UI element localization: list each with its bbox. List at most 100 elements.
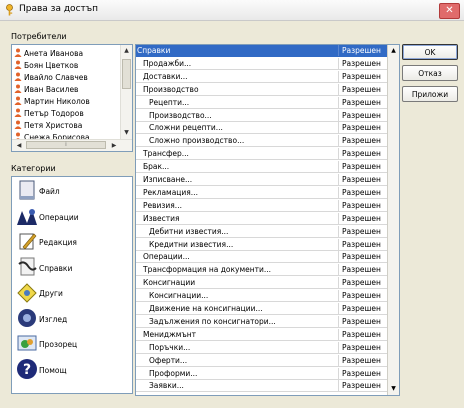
right-name: Дебитни известия...: [136, 225, 339, 237]
view-icon: [18, 308, 36, 327]
user-name: Иван Василев: [24, 85, 79, 94]
user-item[interactable]: Боян Цветков: [14, 60, 118, 72]
user-item[interactable]: Иван Василев: [14, 84, 118, 96]
table-row[interactable]: Консигнации Разрешен: [136, 277, 388, 290]
right-name: Рецепти...: [136, 96, 339, 108]
right-value[interactable]: Разрешен: [340, 148, 388, 159]
table-row[interactable]: Изписване... Разрешен: [136, 174, 388, 186]
category-label: Други: [39, 289, 63, 298]
category-item[interactable]: Други: [12, 280, 132, 306]
table-row[interactable]: Справки Разрешен: [136, 45, 388, 57]
category-item[interactable]: Прозорец: [12, 331, 132, 357]
table-row[interactable]: Кредитни известия... Разрешен: [136, 238, 388, 251]
right-name: Изписване...: [136, 174, 339, 185]
right-value[interactable]: Разрешен: [340, 161, 388, 172]
right-name: Консигнации...: [136, 290, 339, 302]
scroll-down-arrow-icon[interactable]: ▼: [122, 128, 131, 138]
right-value[interactable]: Разрешен: [340, 239, 388, 250]
table-row[interactable]: Трансформация на документи... Разрешен: [136, 264, 388, 277]
users-horizontal-scrollbar[interactable]: ◀ ⁞ ▶: [12, 139, 132, 151]
table-row[interactable]: Сложно производство... Разрешен: [136, 135, 388, 148]
table-row[interactable]: Задължения по консигнатори... Разрешен: [136, 315, 388, 328]
right-value[interactable]: Разрешен: [340, 380, 388, 391]
category-item[interactable]: Справки: [12, 255, 132, 281]
right-name: Сложни рецепти...: [136, 122, 339, 134]
table-row[interactable]: Оферти... Разрешен: [136, 354, 388, 367]
user-item[interactable]: Мартин Николов: [14, 96, 118, 108]
right-value[interactable]: Разрешен: [340, 110, 388, 121]
category-item[interactable]: Изглед: [12, 306, 132, 332]
table-row[interactable]: Доставки... Разрешен: [136, 70, 388, 83]
table-row[interactable]: Производство Разрешен: [136, 83, 388, 96]
right-value[interactable]: Разрешен: [340, 174, 388, 185]
right-value[interactable]: Разрешен: [340, 264, 388, 275]
right-value[interactable]: Разрешен: [340, 122, 388, 133]
right-value[interactable]: Разрешен: [340, 290, 388, 301]
category-item[interactable]: Файл: [12, 178, 132, 204]
right-value[interactable]: Разрешен: [340, 342, 388, 353]
users-vertical-scrollbar[interactable]: ▲ ▼: [120, 45, 132, 139]
table-row[interactable]: Трансфер... Разрешен: [136, 148, 388, 161]
user-item[interactable]: Петя Христова: [14, 120, 118, 132]
table-row[interactable]: Ревизия... Разрешен: [136, 199, 388, 212]
right-value[interactable]: Разрешен: [340, 316, 388, 327]
right-value[interactable]: Разрешен: [340, 45, 388, 56]
scroll-up-arrow-icon[interactable]: ▲: [122, 46, 131, 56]
right-value[interactable]: Разрешен: [340, 226, 388, 237]
right-value[interactable]: Разрешен: [340, 355, 388, 366]
table-row[interactable]: Поръчки... Разрешен: [136, 341, 388, 354]
cancel-button[interactable]: Отказ: [402, 65, 458, 81]
category-item[interactable]: Редакция: [12, 229, 132, 255]
scroll-left-arrow-icon[interactable]: ◀: [14, 140, 24, 151]
table-row[interactable]: Дебитни известия... Разрешен: [136, 225, 388, 238]
rights-vertical-scrollbar[interactable]: ▲ ▼: [387, 45, 399, 395]
table-row[interactable]: Рецепти... Разрешен: [136, 96, 388, 109]
user-icon: [14, 96, 22, 105]
user-name: Анета Иванова: [24, 49, 84, 58]
table-row[interactable]: Сложни рецепти... Разрешен: [136, 122, 388, 135]
right-value[interactable]: Разрешен: [340, 135, 388, 146]
close-button[interactable]: ✕: [439, 3, 460, 19]
right-value[interactable]: Разрешен: [340, 200, 388, 211]
scroll-up-arrow-icon[interactable]: ▲: [389, 46, 398, 56]
right-name: Заявки...: [136, 380, 339, 392]
right-value[interactable]: Разрешен: [340, 97, 388, 108]
rights-grid[interactable]: Справки Разрешен Продажби... Разрешен Достав…: [135, 44, 400, 396]
right-value[interactable]: Разрешен: [340, 368, 388, 379]
scroll-thumb[interactable]: [122, 59, 131, 89]
table-row[interactable]: Брак... Разрешен: [136, 161, 388, 174]
right-value[interactable]: Разрешен: [340, 84, 388, 95]
category-item[interactable]: ? Помощ: [12, 357, 132, 383]
table-row[interactable]: Производство... Разрешен: [136, 109, 388, 122]
right-value[interactable]: Разрешен: [340, 277, 388, 288]
table-row[interactable]: Консигнации... Разрешен: [136, 290, 388, 303]
right-value[interactable]: Разрешен: [340, 58, 388, 69]
right-value[interactable]: Разрешен: [340, 71, 388, 82]
right-value[interactable]: Разрешен: [340, 213, 388, 224]
table-row[interactable]: Движение на консигнации... Разрешен: [136, 303, 388, 315]
right-value[interactable]: Разрешен: [340, 329, 388, 340]
right-value[interactable]: Разрешен: [340, 187, 388, 198]
category-item[interactable]: Операции: [12, 204, 132, 230]
table-row[interactable]: Операции... Разрешен: [136, 251, 388, 264]
right-value[interactable]: Разрешен: [340, 303, 388, 314]
users-list[interactable]: Анета Иванова Боян Цветков Ивайло Славчев И…: [11, 44, 133, 152]
table-row[interactable]: Проформи... Разрешен: [136, 367, 388, 380]
scroll-down-arrow-icon[interactable]: ▼: [389, 384, 398, 394]
table-row[interactable]: Заявки... Разрешен: [136, 380, 388, 393]
table-row[interactable]: Продажби... Разрешен: [136, 57, 388, 70]
user-item[interactable]: Ивайло Славчев: [14, 72, 118, 84]
user-item[interactable]: Анета Иванова: [14, 48, 118, 60]
table-row[interactable]: Рекламация... Разрешен: [136, 186, 388, 199]
table-row[interactable]: Мениджмънт Разрешен: [136, 328, 388, 341]
scroll-thumb[interactable]: ⁞: [26, 141, 106, 149]
apply-button[interactable]: Приложи: [402, 86, 458, 102]
ok-button[interactable]: OK: [402, 44, 458, 60]
user-item[interactable]: Петър Тодоров: [14, 108, 118, 120]
table-row[interactable]: Известия Разрешен: [136, 212, 388, 225]
right-name: Брак...: [136, 161, 339, 173]
right-value[interactable]: Разрешен: [340, 251, 388, 262]
scroll-right-arrow-icon[interactable]: ▶: [109, 140, 119, 151]
categories-list[interactable]: Файл Операции Редакция Справки Други Изглед Пр…: [11, 176, 133, 394]
category-label: Помощ: [39, 365, 67, 375]
